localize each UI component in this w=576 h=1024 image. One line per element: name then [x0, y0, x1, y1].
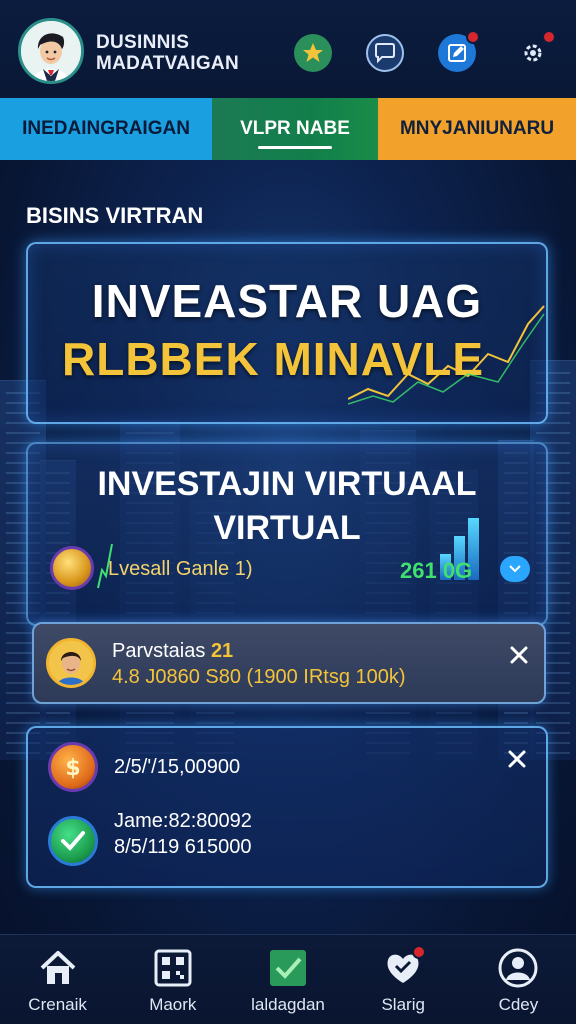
investment-title-line-1: INVESTAJIN VIRTUAAL	[97, 465, 477, 503]
investment-label: Lvesall Ganle 1)	[108, 558, 253, 580]
check-box-icon	[267, 947, 309, 989]
nav-item-home[interactable]: Crenaik	[0, 935, 115, 1024]
gold-coin-icon	[50, 546, 94, 590]
brand-title: DUSINNIS MADATVAIGAN	[96, 32, 239, 74]
notification-card[interactable]: Parvstaias 21 4.8 J0860 S80 (1900 IRtsg …	[32, 622, 546, 704]
chevron-down-icon[interactable]	[500, 556, 530, 582]
tab-label: MNYJANIUNARU	[399, 118, 555, 139]
transaction-line-2: Jame:82:80092	[114, 810, 252, 832]
nav-item-social[interactable]: Slarig	[346, 935, 461, 1024]
app-header: DUSINNIS MADATVAIGAN	[0, 0, 576, 98]
notification-badge	[466, 30, 480, 44]
bottom-navigation: Crenaik Maork laldagdan Slarig Cdey	[0, 934, 576, 1024]
notification-detail: 4.8 J0860 S80 (1900 IRtsg 100k)	[112, 666, 406, 688]
tab-label: INEDAINGRAIGAN	[22, 118, 190, 139]
nav-item-market[interactable]: Maork	[115, 935, 230, 1024]
nav-label: laldagdan	[251, 995, 325, 1014]
transaction-line-3: 8/5/119 615000	[114, 836, 252, 858]
section-title: BISINS VIRTRAN	[26, 203, 204, 228]
svg-text:$: $	[65, 756, 80, 781]
investor-name-highlight: 21	[210, 640, 234, 662]
investor-name: Parvstaias 21	[112, 640, 233, 663]
stock-trend-icon	[348, 305, 545, 405]
dollar-coin-icon: $	[48, 742, 98, 792]
brand-line-1: DUSINNIS	[96, 32, 190, 53]
nav-item-trade[interactable]: laldagdan	[230, 935, 345, 1024]
tab-third[interactable]: MNYJANIUNARU	[378, 98, 576, 160]
notification-badge	[542, 30, 556, 44]
profile-icon	[497, 947, 539, 989]
active-tab-indicator	[258, 146, 332, 149]
chat-icon[interactable]	[366, 34, 404, 72]
grid-icon	[152, 947, 194, 989]
edit-icon[interactable]	[438, 30, 480, 72]
investor-name-text: Parvstaias	[112, 640, 206, 662]
nav-label: Maork	[149, 995, 197, 1014]
brand-line-2: MADATVAIGAN	[96, 53, 239, 74]
home-icon	[37, 947, 79, 989]
tab-active[interactable]: VLPR NABE	[212, 98, 378, 160]
notification-badge	[412, 945, 427, 959]
transaction-line-1: 2/5/'/15,00900	[114, 756, 241, 778]
hero-banner[interactable]: INVEASTAR UAG RLBBEK MINAVLE	[26, 242, 548, 424]
investment-value: 261 0G	[400, 558, 473, 583]
close-icon[interactable]	[506, 642, 532, 668]
nav-item-profile[interactable]: Cdey	[461, 935, 576, 1024]
nav-label: Slarig	[381, 995, 425, 1014]
heart-chat-icon	[382, 945, 427, 989]
transactions-card[interactable]: $ 2/5/'/15,00900 Jame:82:80092 8/5/119 6…	[26, 726, 548, 888]
settings-icon[interactable]	[514, 30, 556, 72]
nav-label: Cdey	[498, 995, 539, 1014]
check-icon	[48, 816, 98, 866]
tab-first[interactable]: INEDAINGRAIGAN	[0, 98, 212, 160]
trophy-icon[interactable]	[294, 34, 332, 72]
investor-avatar	[46, 638, 96, 688]
user-avatar[interactable]	[18, 18, 84, 84]
close-icon[interactable]	[504, 746, 530, 772]
tab-label: VLPR NABE	[240, 118, 350, 139]
investment-card[interactable]: INVESTAJIN VIRTUAAL VIRTUAL Lvesall Ganl…	[26, 442, 548, 626]
category-tabs: INEDAINGRAIGAN VLPR NABE MNYJANIUNARU	[0, 98, 576, 160]
nav-label: Crenaik	[28, 995, 87, 1014]
